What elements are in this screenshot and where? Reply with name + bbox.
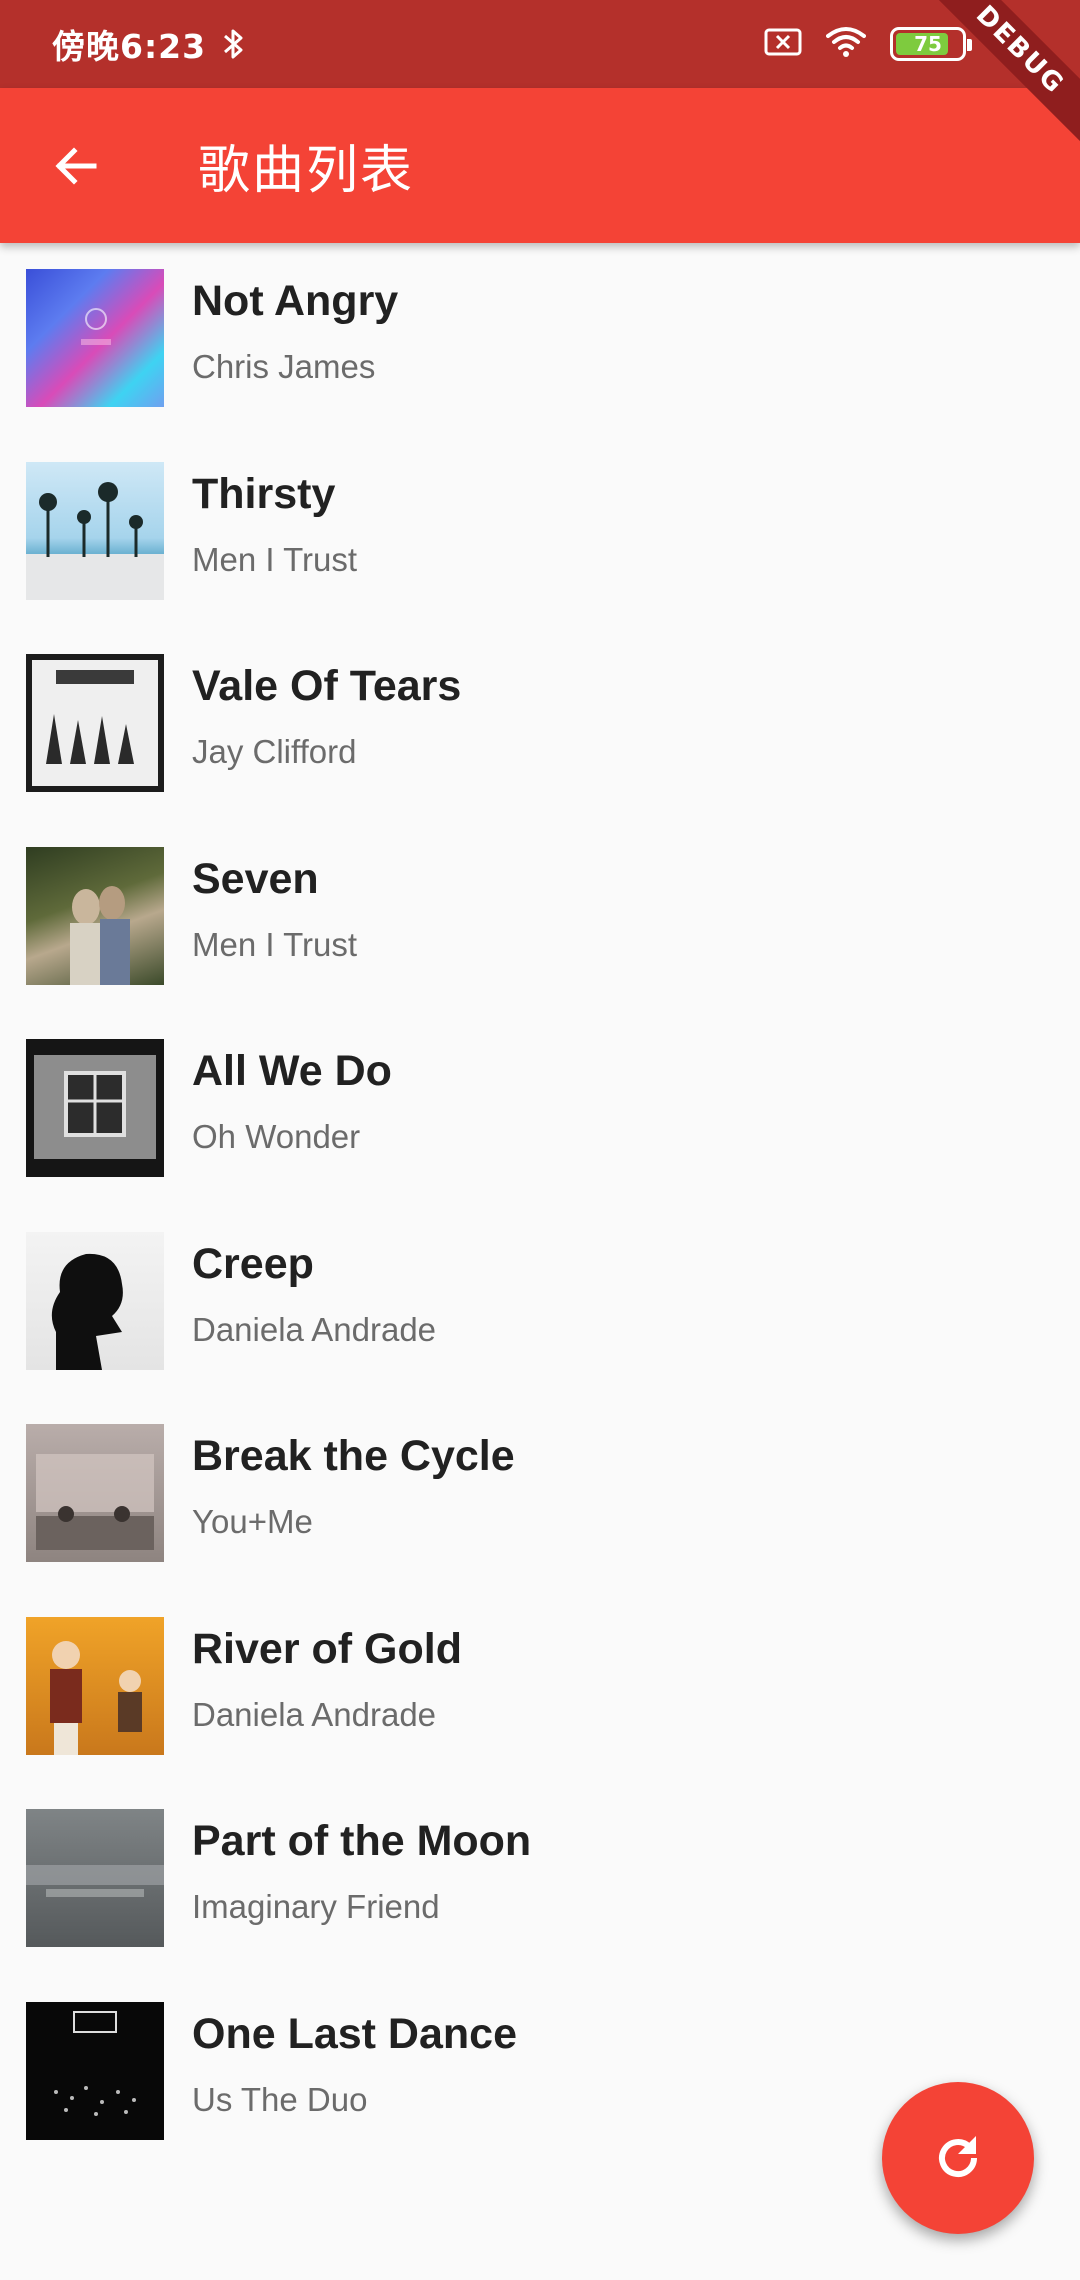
song-title: Thirsty bbox=[192, 469, 336, 518]
battery-icon: 75 bbox=[890, 27, 972, 61]
album-cover bbox=[26, 2001, 164, 2140]
app-bar: 歌曲列表 bbox=[0, 88, 1080, 243]
song-title: Seven bbox=[192, 854, 319, 903]
song-artist: Daniela Andrade bbox=[192, 1310, 437, 1348]
song-artist: Daniela Andrade bbox=[192, 1695, 437, 1733]
song-list: Not Angry Chris James Thirsty Men I Trus… bbox=[0, 243, 1080, 2168]
wifi-icon bbox=[826, 26, 866, 62]
song-artist: Us The Duo bbox=[192, 2080, 368, 2118]
song-title: Part of the Moon bbox=[192, 1817, 532, 1865]
song-title: Break the Cycle bbox=[192, 1432, 515, 1480]
song-item-creep[interactable]: Creep Daniela Andrade bbox=[0, 1206, 1080, 1399]
album-cover bbox=[26, 1809, 164, 1947]
song-item-vale-of-tears[interactable]: Vale Of Tears Jay Clifford bbox=[0, 628, 1080, 821]
song-artist: Oh Wonder bbox=[192, 1118, 361, 1155]
battery-level: 75 bbox=[914, 32, 942, 56]
song-item-seven[interactable]: Seven Men I Trust bbox=[0, 821, 1080, 1014]
song-item-thirsty[interactable]: Thirsty Men I Trust bbox=[0, 436, 1080, 629]
album-cover bbox=[26, 1231, 164, 1370]
arrow-back-icon bbox=[55, 146, 97, 185]
song-item-part-of-the-moon[interactable]: Part of the Moon Imaginary Friend bbox=[0, 1783, 1080, 1976]
song-item-all-we-do[interactable]: All We Do Oh Wonder bbox=[0, 1013, 1080, 1206]
refresh-button[interactable] bbox=[882, 2082, 1034, 2234]
song-item-not-angry[interactable]: Not Angry Chris James bbox=[0, 243, 1080, 436]
song-title: River of Gold bbox=[192, 1624, 462, 1673]
bluetooth-icon bbox=[222, 24, 252, 64]
song-title: All We Do bbox=[192, 1047, 392, 1095]
album-cover bbox=[26, 1424, 164, 1562]
album-cover bbox=[26, 654, 164, 792]
song-title: Not Angry bbox=[192, 277, 399, 325]
status-time: 傍晚6:23 bbox=[52, 27, 207, 66]
song-title: One Last Dance bbox=[192, 2009, 517, 2058]
refresh-icon bbox=[939, 2136, 977, 2177]
album-cover bbox=[26, 269, 164, 407]
status-bar: 傍晚6:23 75 DEBUG bbox=[0, 0, 1080, 151]
song-artist: Chris James bbox=[192, 348, 376, 385]
song-artist: Imaginary Friend bbox=[192, 1888, 440, 1925]
song-item-break-the-cycle[interactable]: Break the Cycle You+Me bbox=[0, 1398, 1080, 1591]
page-title: 歌曲列表 bbox=[198, 141, 415, 201]
back-button[interactable] bbox=[26, 116, 126, 216]
song-title: Vale Of Tears bbox=[192, 662, 462, 710]
album-cover bbox=[26, 846, 164, 985]
song-item-river-of-gold[interactable]: River of Gold Daniela Andrade bbox=[0, 1591, 1080, 1784]
song-artist: Men I Trust bbox=[192, 925, 358, 963]
song-artist: Men I Trust bbox=[192, 540, 358, 578]
album-cover bbox=[26, 1039, 164, 1177]
song-title: Creep bbox=[192, 1239, 314, 1288]
album-cover bbox=[26, 461, 164, 600]
song-artist: You+Me bbox=[192, 1503, 313, 1540]
album-cover bbox=[26, 1616, 164, 1755]
no-sim-icon bbox=[764, 27, 802, 61]
song-artist: Jay Clifford bbox=[192, 733, 357, 770]
